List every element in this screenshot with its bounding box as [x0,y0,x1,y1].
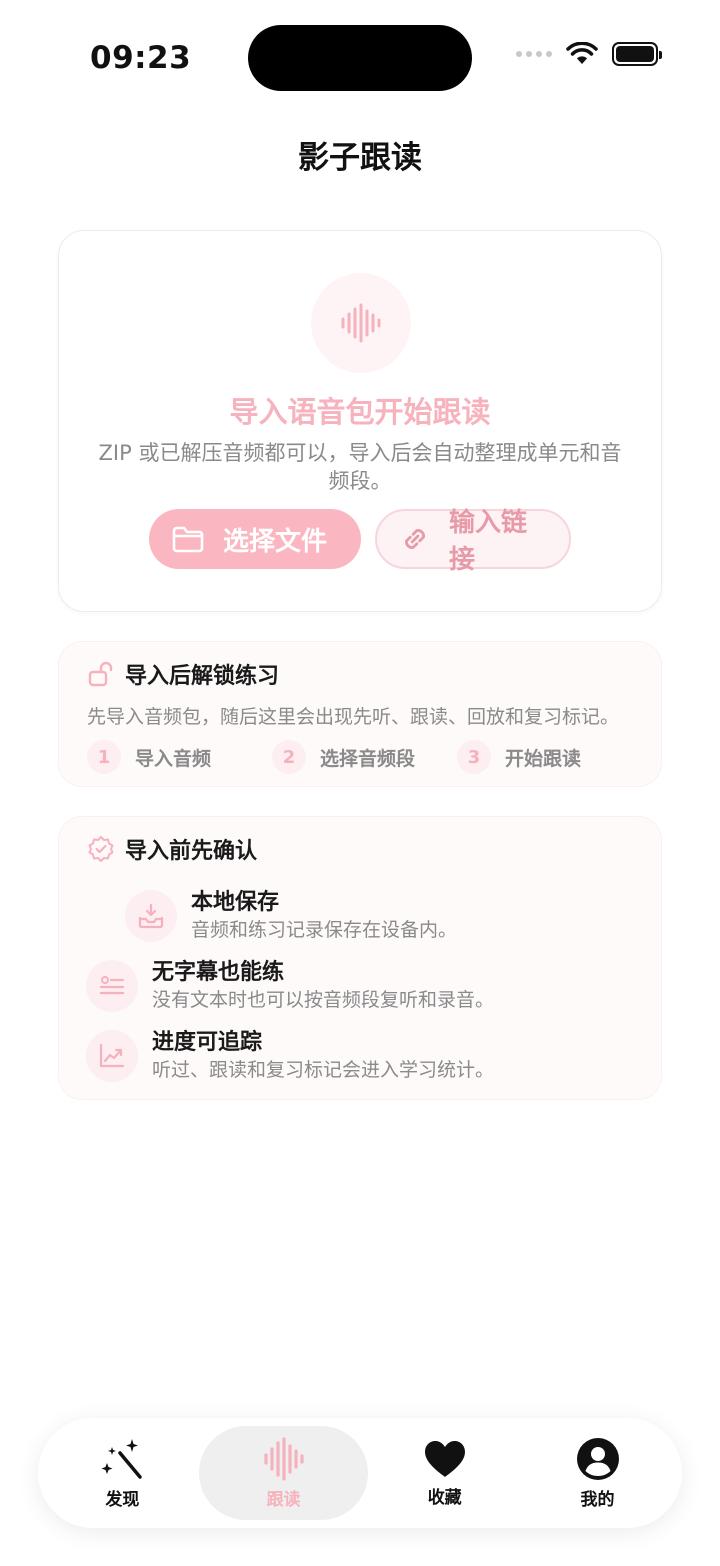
choose-file-label: 选择文件 [223,526,328,557]
step-label: 选择音频段 [320,747,416,770]
choose-file-button[interactable]: 选择文件 [149,509,361,569]
folder-icon [172,526,204,553]
confirm-card: 导入前先确认 本地保存 音频和练习记录保存在设备内。 无字幕也能练 没有文本时也… [58,816,662,1100]
feature-item-progress: 进度可追踪 听过、跟读和复习标记会进入学习统计。 [86,1029,494,1083]
import-description: ZIP 或已解压音频都可以，导入后会自动整理成单元和音频段。 [98,441,622,493]
magic-wand-icon [101,1438,143,1479]
chart-trend-icon [86,1030,138,1082]
unlock-description: 先导入音频包，随后这里会出现先听、跟读、回放和复习标记。 [87,706,620,728]
verified-badge-icon [88,836,114,862]
unlock-header: 导入后解锁练习 [87,658,279,690]
waveform-icon [341,303,381,343]
link-icon [405,529,425,549]
confirm-header: 导入前先确认 [87,833,257,865]
import-card: 导入语音包开始跟读 ZIP 或已解压音频都可以，导入后会自动整理成单元和音频段。… [58,230,662,612]
waveform-badge [311,273,411,373]
cellular-signal-icon [516,51,552,57]
step-number: 3 [457,740,491,774]
dynamic-island [248,25,472,91]
feature-item-local-save: 本地保存 音频和练习记录保存在设备内。 [125,889,457,943]
feature-title: 无字幕也能练 [152,960,285,985]
wifi-icon [566,42,598,64]
step-number: 1 [87,740,121,774]
tab-favorites[interactable]: 收藏 [368,1426,521,1520]
import-title: 导入语音包开始跟读 [229,395,491,429]
unlock-icon [88,661,113,687]
feature-subtitle: 听过、跟读和复习标记会进入学习统计。 [152,1059,495,1081]
step-label: 开始跟读 [505,747,582,770]
unlock-title: 导入后解锁练习 [125,664,280,689]
tab-discover[interactable]: 发现 [46,1426,199,1520]
feature-title: 本地保存 [191,890,280,915]
tab-label: 收藏 [427,1487,462,1508]
tab-label: 跟读 [266,1489,301,1510]
step-list: 1 导入音频 2 选择音频段 3 开始跟读 [87,740,642,774]
step-label: 导入音频 [135,747,212,770]
tab-profile[interactable]: 我的 [521,1426,674,1520]
waveform-icon [263,1436,304,1481]
status-indicators [516,42,662,66]
tab-shadowing[interactable]: 跟读 [198,1426,369,1520]
feature-subtitle: 没有文本时也可以按音频段复听和录音。 [152,989,495,1011]
feature-item-no-subtitles: 无字幕也能练 没有文本时也可以按音频段复听和录音。 [86,959,494,1013]
heart-icon [424,1440,465,1477]
tab-label: 我的 [580,1489,615,1510]
enter-link-label: 输入链接 [449,508,528,575]
tab-label: 发现 [105,1489,140,1510]
tray-download-icon [125,890,177,942]
step-item: 3 开始跟读 [457,740,642,774]
import-actions: 选择文件 输入链接 [59,508,661,575]
person-circle-icon [576,1437,619,1480]
confirm-title: 导入前先确认 [125,839,258,864]
feature-title: 进度可追踪 [152,1030,263,1055]
status-time: 09:23 [90,40,192,76]
step-number: 2 [272,740,306,774]
step-item: 1 导入音频 [87,740,272,774]
enter-link-button[interactable]: 输入链接 [375,508,571,575]
list-icon [86,960,138,1012]
step-item: 2 选择音频段 [272,740,457,774]
unlock-card: 导入后解锁练习 先导入音频包，随后这里会出现先听、跟读、回放和复习标记。 1 导… [58,641,662,787]
battery-icon [612,42,662,66]
feature-subtitle: 音频和练习记录保存在设备内。 [191,919,458,941]
page-title: 影子跟读 [298,140,422,176]
tab-bar: 发现 跟读 收藏 我的 [38,1418,682,1528]
